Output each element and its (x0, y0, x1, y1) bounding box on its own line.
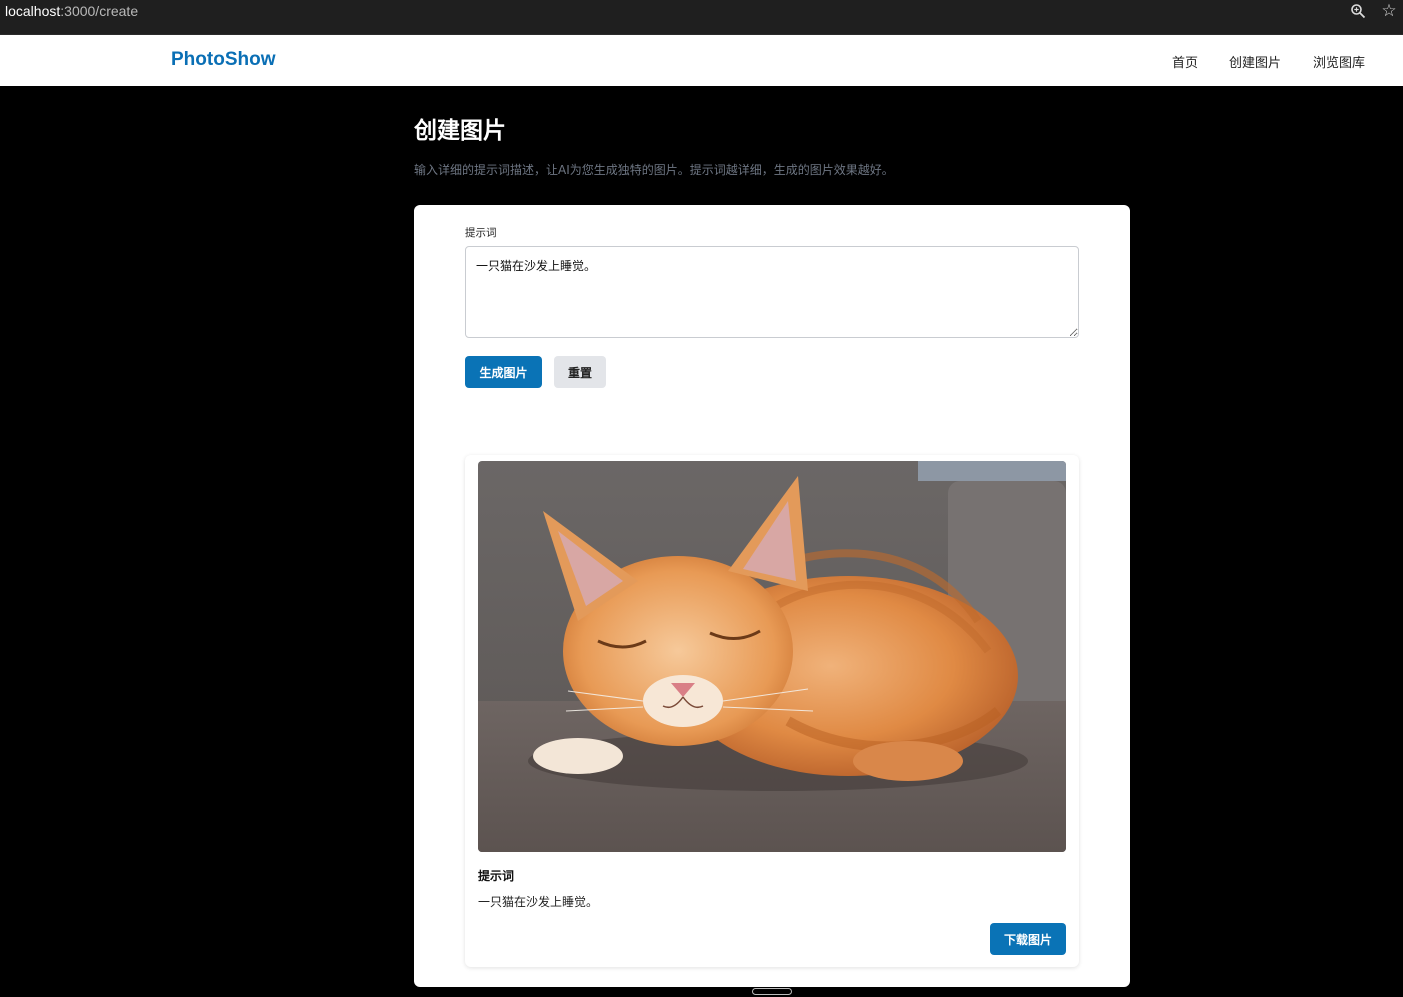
create-card: 提示词 生成图片 重置 (414, 205, 1130, 987)
url-host: localhost (5, 3, 61, 19)
download-button[interactable]: 下载图片 (990, 923, 1066, 955)
reset-button[interactable]: 重置 (554, 356, 606, 388)
scroll-indicator[interactable] (752, 988, 792, 995)
generated-image (478, 461, 1066, 852)
address-bar[interactable]: localhost:3000/create (5, 3, 138, 19)
nav-link-home[interactable]: 首页 (1172, 52, 1198, 71)
result-prompt-text: 一只猫在沙发上睡觉。 (478, 895, 599, 909)
nav-link-create[interactable]: 创建图片 (1229, 52, 1281, 71)
browser-toolbar: localhost:3000/create ☆ (0, 0, 1403, 35)
result-prompt-heading: 提示词 (478, 869, 515, 883)
page-description: 输入详细的提示词描述，让AI为您生成独特的图片。提示词越详细，生成的图片效果越好… (414, 163, 894, 177)
magnifier-zoom-icon[interactable] (1349, 2, 1367, 20)
nav-link-gallery[interactable]: 浏览图库 (1313, 52, 1365, 71)
prompt-textarea[interactable] (465, 246, 1079, 338)
result-card: 提示词 一只猫在沙发上睡觉。 下载图片 (465, 455, 1079, 967)
brand-logo[interactable]: PhotoShow (171, 49, 275, 71)
top-navbar: PhotoShow 首页 创建图片 浏览图库 (0, 35, 1403, 86)
generate-button[interactable]: 生成图片 (465, 356, 542, 388)
page-title: 创建图片 (414, 118, 506, 144)
url-path: :3000/create (60, 3, 139, 19)
star-icon[interactable]: ☆ (1380, 2, 1398, 20)
prompt-label: 提示词 (465, 227, 497, 239)
